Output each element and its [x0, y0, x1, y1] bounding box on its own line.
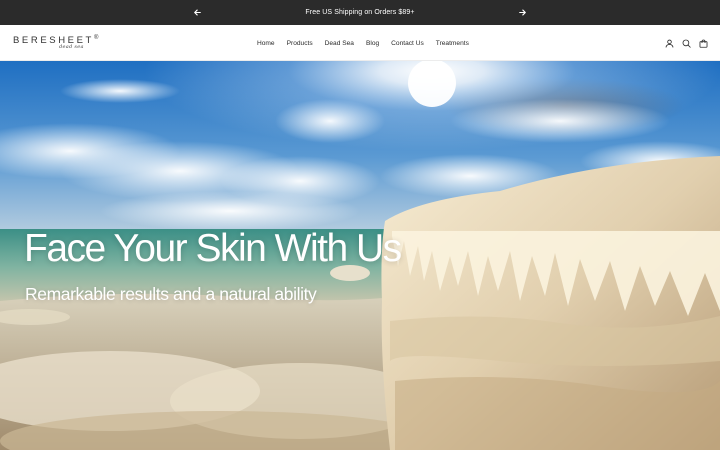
- logo-script: dead sea: [59, 44, 84, 50]
- header-actions: [664, 37, 708, 49]
- announcement-text: Free US Shipping on Orders $89+: [305, 9, 415, 16]
- announcement-bar: Free US Shipping on Orders $89+: [0, 0, 720, 25]
- search-icon: [682, 39, 691, 48]
- arrow-right-icon: [519, 9, 526, 16]
- cart-icon: [699, 39, 707, 48]
- brand-logo[interactable]: BERESHEET® dead sea: [13, 33, 99, 53]
- announcement-prev-button[interactable]: [191, 6, 204, 19]
- nav-products[interactable]: Products: [287, 40, 313, 47]
- logo-wordmark: BERESHEET®: [13, 35, 99, 46]
- nav-home[interactable]: Home: [257, 40, 275, 47]
- cart-button[interactable]: [698, 38, 708, 48]
- site-header: BERESHEET® dead sea Home Products Dead S…: [0, 25, 720, 61]
- nav-dead-sea[interactable]: Dead Sea: [325, 40, 354, 47]
- nav-blog[interactable]: Blog: [366, 40, 379, 47]
- hero-banner: Face Your Skin With Us Remarkable result…: [0, 61, 720, 450]
- hero-title: Face Your Skin With Us: [24, 227, 402, 270]
- arrow-left-icon: [194, 9, 201, 16]
- account-button[interactable]: [664, 38, 674, 48]
- account-icon: [665, 39, 673, 47]
- nav-treatments[interactable]: Treatments: [436, 40, 469, 47]
- hero-subtitle: Remarkable results and a natural ability: [25, 284, 317, 304]
- announcement-next-button[interactable]: [516, 6, 529, 19]
- search-button[interactable]: [681, 38, 691, 48]
- main-nav: Home Products Dead Sea Blog Contact Us T…: [250, 25, 469, 61]
- nav-contact-us[interactable]: Contact Us: [391, 40, 424, 47]
